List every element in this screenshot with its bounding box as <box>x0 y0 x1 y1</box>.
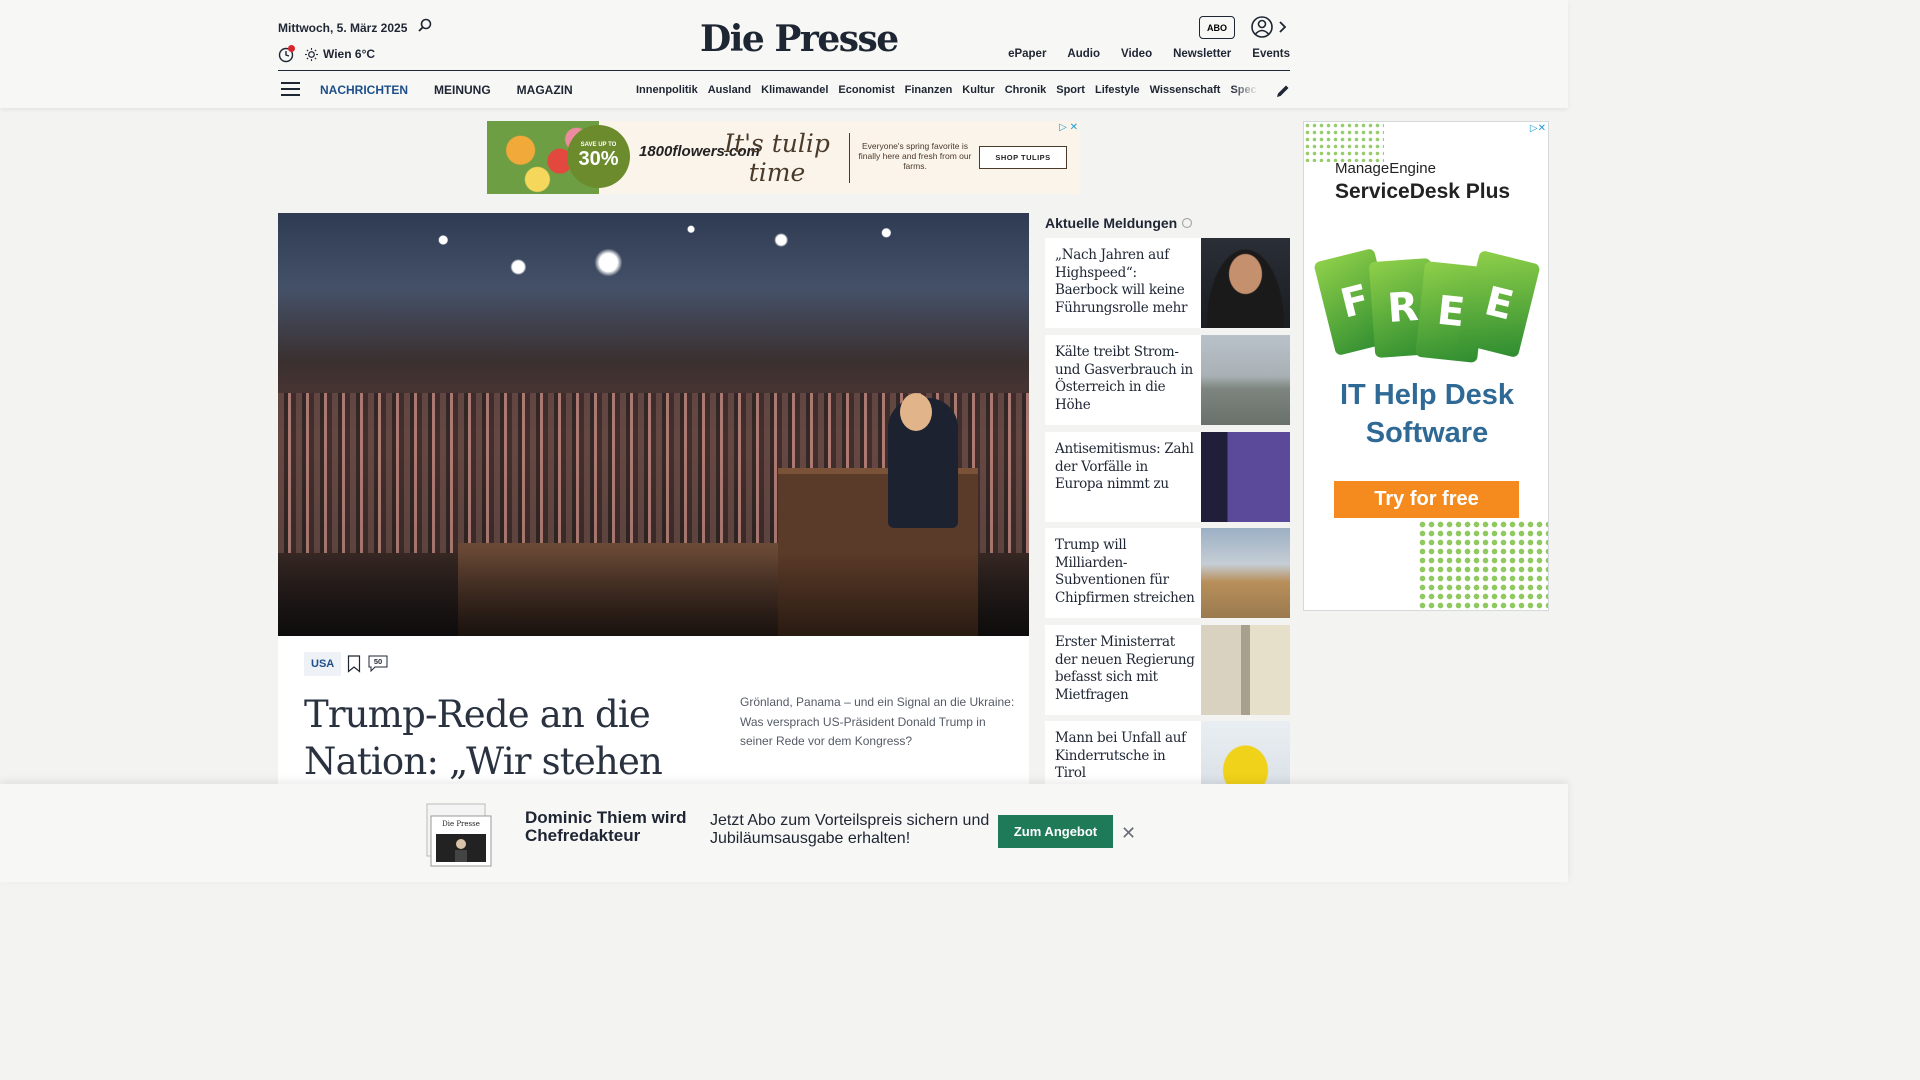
zum-angebot-button[interactable]: Zum Angebot <box>998 815 1113 848</box>
list-item-title: „Nach Jahren auf Highspeed“: Baerbock wi… <box>1055 247 1188 316</box>
link-audio[interactable]: Audio <box>1067 48 1100 60</box>
nav-meinung[interactable]: MEINUNG <box>434 83 491 97</box>
sidebar-title-label: Aktuelle Meldungen <box>1045 215 1178 231</box>
ad-separator <box>849 133 850 183</box>
ad-save-pct: 30% <box>578 148 619 170</box>
sun-icon <box>305 47 318 61</box>
pulse-icon <box>1182 217 1193 229</box>
nav-magazin[interactable]: MAGAZIN <box>517 83 573 97</box>
ad-save-badge: SAVE UP TO 30% <box>567 125 630 188</box>
subnav-kultur[interactable]: Kultur <box>962 84 994 96</box>
subnav-innenpolitik[interactable]: Innenpolitik <box>636 84 698 96</box>
list-item-thumbnail <box>1201 238 1290 328</box>
subnav-finanzen[interactable]: Finanzen <box>905 84 953 96</box>
list-item[interactable]: Kälte treibt Strom- und Gasverbrauch in … <box>1045 335 1290 425</box>
article-hero-image[interactable] <box>278 213 1029 636</box>
list-item[interactable]: Mann bei Unfall auf Kinderrutsche in Tir… <box>1045 721 1290 784</box>
subnav-sport[interactable]: Sport <box>1056 84 1085 96</box>
ad-headline-line1: It's tulip <box>724 129 830 158</box>
shop-tulips-button[interactable]: SHOP TULIPS <box>979 146 1067 169</box>
list-item[interactable]: Antisemitismus: Zahl der Vorfälle in Eur… <box>1045 432 1290 522</box>
subnav-chronik[interactable]: Chronik <box>1005 84 1047 96</box>
ad-headline: It's tulip time <box>722 129 832 187</box>
current-date: Mittwoch, 5. März 2025 <box>278 21 408 35</box>
ad-headline-line1: IT Help Desk <box>1339 379 1515 411</box>
ad-headline-line2: time <box>748 158 806 187</box>
adchoices-close-icon[interactable]: ▷ ✕ <box>1059 122 1078 133</box>
lead-article-card[interactable]: USA 50 Trump-Rede an die Nation: „Wir st… <box>278 213 1029 793</box>
adchoices-close-icon[interactable]: ▷✕ <box>1530 123 1546 134</box>
close-icon[interactable]: ✕ <box>1121 824 1136 842</box>
link-epaper[interactable]: ePaper <box>1008 48 1046 60</box>
link-video[interactable]: Video <box>1121 48 1152 60</box>
subnav-klimawandel[interactable]: Klimawandel <box>761 84 828 96</box>
list-item-thumbnail <box>1201 625 1290 715</box>
weather-widget[interactable]: Wien 6°C <box>305 47 375 61</box>
list-item-title: Trump will Milliarden-Subventionen für C… <box>1055 537 1195 606</box>
ad-dots-decoration <box>1418 520 1548 610</box>
weather-label: Wien 6°C <box>323 47 376 61</box>
article-teaser: Grönland, Panama – und ein Signal an die… <box>740 695 1015 748</box>
list-item-title: Mann bei Unfall auf Kinderrutsche in Tir… <box>1055 730 1186 781</box>
ad-headline-line2: Software <box>1365 417 1489 449</box>
list-item-title: Kälte treibt Strom- und Gasverbrauch in … <box>1055 344 1193 413</box>
list-item[interactable]: „Nach Jahren auf Highspeed“: Baerbock wi… <box>1045 238 1290 328</box>
subscription-banner: Die Presse Dominic Thiem wird Chefredakt… <box>0 784 1568 882</box>
subnav-wissenschaft[interactable]: Wissenschaft <box>1150 84 1221 96</box>
header-divider <box>278 70 1290 71</box>
site-logo[interactable]: Die Presse <box>700 18 899 60</box>
free-tags-graphic: F R E E <box>1313 242 1541 363</box>
site-header: Mittwoch, 5. März 2025 Wien 6°C Die Pres… <box>0 0 1568 108</box>
top-links: ePaper Audio Video Newsletter Events <box>987 48 1290 60</box>
list-item-title: Erster Ministerrat der neuen Regierung b… <box>1055 634 1195 703</box>
skyscraper-ad[interactable]: ManageEngine ServiceDesk Plus F R E E IT… <box>1303 121 1549 611</box>
ad-copy: Everyone's spring favorite is finally he… <box>858 141 972 171</box>
bookmark-icon[interactable] <box>347 655 361 673</box>
list-item-thumbnail <box>1201 335 1290 425</box>
hamburger-menu-icon[interactable] <box>281 82 300 97</box>
search-icon[interactable] <box>418 18 432 32</box>
sub-nav: Innenpolitik Ausland Klimawandel Economi… <box>636 84 1258 96</box>
sidebar-title: Aktuelle Meldungen <box>1045 215 1193 231</box>
list-item-thumbnail <box>1201 721 1290 784</box>
paper-logo: Die Presse <box>442 820 480 828</box>
comments-count: 50 <box>373 657 383 666</box>
newspaper-icon: Die Presse <box>426 803 492 867</box>
ad-headline: IT Help Desk Software <box>1304 376 1548 452</box>
user-account-icon[interactable] <box>1251 15 1287 39</box>
pencil-icon[interactable] <box>1275 83 1291 99</box>
main-nav: NACHRICHTEN MEINUNG MAGAZIN <box>320 83 599 97</box>
article-tag[interactable]: USA <box>304 652 342 676</box>
list-item-thumbnail <box>1201 432 1290 522</box>
article-headline[interactable]: Trump-Rede an die Nation: „Wir stehen <box>304 691 714 785</box>
nav-nachrichten[interactable]: NACHRICHTEN <box>320 83 408 97</box>
ad-dots-decoration <box>1304 122 1384 162</box>
link-newsletter[interactable]: Newsletter <box>1173 48 1231 60</box>
ad-brand: ManageEngine <box>1335 160 1436 177</box>
top-banner-ad[interactable]: SAVE UP TO 30% 1800flowers.com It's tuli… <box>487 121 1080 194</box>
subnav-ausland[interactable]: Ausland <box>708 84 751 96</box>
subnav-spectrum[interactable]: Spectrum <box>1230 84 1258 96</box>
abo-button[interactable]: ABO <box>1199 16 1235 39</box>
subnav-lifestyle[interactable]: Lifestyle <box>1095 84 1140 96</box>
list-item-title: Antisemitismus: Zahl der Vorfälle in Eur… <box>1055 441 1194 492</box>
subnav-economist[interactable]: Economist <box>838 84 894 96</box>
list-item-thumbnail <box>1201 528 1290 618</box>
list-item[interactable]: Erster Ministerrat der neuen Regierung b… <box>1045 625 1290 715</box>
list-item[interactable]: Trump will Milliarden-Subventionen für C… <box>1045 528 1290 618</box>
banner-offer-text: Jetzt Abo zum Vorteilspreis sichern und … <box>710 812 990 847</box>
banner-headline: Dominic Thiem wird Chefredakteur <box>525 808 687 845</box>
history-icon[interactable] <box>278 45 296 63</box>
ad-product: ServiceDesk Plus <box>1335 180 1511 203</box>
try-for-free-button[interactable]: Try for free <box>1334 481 1519 518</box>
link-events[interactable]: Events <box>1252 48 1290 60</box>
